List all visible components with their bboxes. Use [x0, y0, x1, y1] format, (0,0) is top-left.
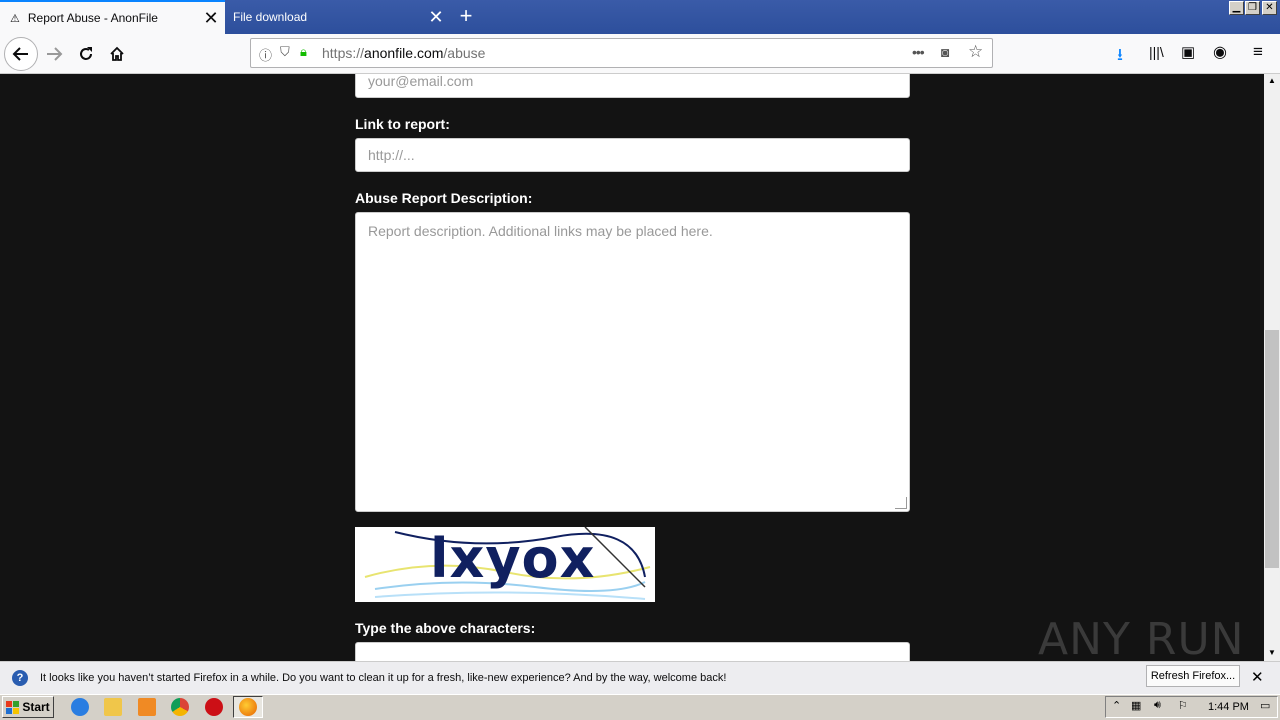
- account-icon[interactable]: ◉: [1213, 42, 1227, 62]
- resize-handle-icon[interactable]: [895, 497, 907, 509]
- clock[interactable]: 1:44 PM: [1208, 701, 1249, 713]
- captcha-image: lxyox: [355, 527, 655, 602]
- downloads-icon[interactable]: ⭳: [1117, 42, 1123, 71]
- captcha-label: Type the above characters:: [355, 620, 536, 636]
- home-button[interactable]: [101, 38, 133, 70]
- taskbar: [0, 694, 1280, 720]
- bookmark-star-icon[interactable]: ☆: [968, 42, 983, 62]
- forward-arrow-icon: [47, 47, 63, 61]
- tab-file-download[interactable]: File download ✕: [225, 0, 450, 34]
- tab-title: File download: [233, 10, 308, 24]
- opera-icon[interactable]: [205, 698, 223, 716]
- notification-bar: ? It looks like you haven’t started Fire…: [0, 661, 1280, 694]
- close-tab-icon[interactable]: ✕: [197, 9, 225, 27]
- reload-button[interactable]: [70, 38, 102, 70]
- forward-button[interactable]: [38, 38, 70, 70]
- scroll-down-icon[interactable]: ▼: [1265, 646, 1279, 660]
- url-text[interactable]: https://anonfile.com/abuse: [322, 45, 485, 61]
- show-desktop-icon[interactable]: ▭: [1260, 699, 1270, 712]
- menu-icon[interactable]: ≡: [1253, 42, 1263, 62]
- email-field[interactable]: your@email.com: [355, 74, 910, 98]
- question-icon: ?: [12, 670, 28, 686]
- home-icon: [110, 46, 124, 61]
- action-center-flag-icon[interactable]: ⚐: [1178, 699, 1188, 712]
- library-icon[interactable]: |||\: [1149, 44, 1164, 60]
- firefox-taskbar-button[interactable]: [233, 696, 263, 718]
- firefox-icon: [239, 698, 257, 716]
- system-tray: ⌃ ▦ 🔊︎ ⚐ 1:44 PM ▭: [1105, 696, 1278, 718]
- folder-icon[interactable]: [104, 698, 122, 716]
- show-hidden-icons-icon[interactable]: ⌃: [1112, 699, 1121, 712]
- description-textarea[interactable]: Report description. Additional links may…: [355, 212, 910, 512]
- scrollbar-thumb[interactable]: [1265, 330, 1279, 568]
- close-window-button[interactable]: ✕: [1262, 1, 1277, 15]
- start-button[interactable]: Start: [2, 696, 54, 718]
- new-tab-button[interactable]: +: [452, 3, 480, 31]
- reload-icon: [80, 47, 92, 60]
- sidebar-icon[interactable]: ▣: [1181, 43, 1195, 61]
- volume-icon[interactable]: 🔊︎: [1154, 699, 1161, 712]
- close-tab-icon[interactable]: ✕: [422, 8, 450, 26]
- anonfile-favicon-icon: ⚠: [10, 12, 20, 25]
- link-label: Link to report:: [355, 116, 450, 132]
- close-notification-icon[interactable]: ✕: [1251, 668, 1264, 686]
- description-label: Abuse Report Description:: [355, 190, 533, 206]
- captcha-text: lxyox: [430, 527, 596, 590]
- anyrun-watermark: ANY RUN: [1038, 614, 1245, 661]
- minimize-button[interactable]: ▁: [1229, 1, 1244, 15]
- refresh-firefox-button[interactable]: Refresh Firefox...: [1146, 665, 1240, 687]
- notification-text: It looks like you haven’t started Firefo…: [40, 672, 727, 684]
- link-input[interactable]: http://...: [355, 138, 910, 172]
- shield-icon[interactable]: ⛉: [280, 44, 290, 60]
- lock-icon[interactable]: 🔒︎: [300, 44, 307, 60]
- info-icon[interactable]: ⓘ: [259, 45, 272, 64]
- restore-button[interactable]: ❐: [1245, 1, 1260, 15]
- media-player-icon[interactable]: [138, 698, 156, 716]
- windows-logo-icon: [6, 700, 20, 714]
- tab-report-abuse[interactable]: ⚠ Report Abuse - AnonFile ✕: [0, 0, 225, 34]
- pocket-icon[interactable]: ◙: [941, 44, 949, 60]
- back-arrow-icon: [12, 47, 28, 61]
- ie-icon[interactable]: [71, 698, 89, 716]
- vertical-scrollbar[interactable]: ▲ ▼: [1264, 74, 1280, 661]
- page-content: your@email.com Link to report: http://..…: [0, 74, 1264, 661]
- network-icon[interactable]: ▦: [1131, 699, 1141, 712]
- page-actions-icon[interactable]: •••: [912, 44, 925, 60]
- captcha-input[interactable]: [355, 642, 910, 661]
- back-button[interactable]: [4, 37, 38, 71]
- tab-title: Report Abuse - AnonFile: [27, 11, 158, 25]
- chrome-icon[interactable]: [171, 698, 189, 716]
- scroll-up-icon[interactable]: ▲: [1265, 74, 1279, 88]
